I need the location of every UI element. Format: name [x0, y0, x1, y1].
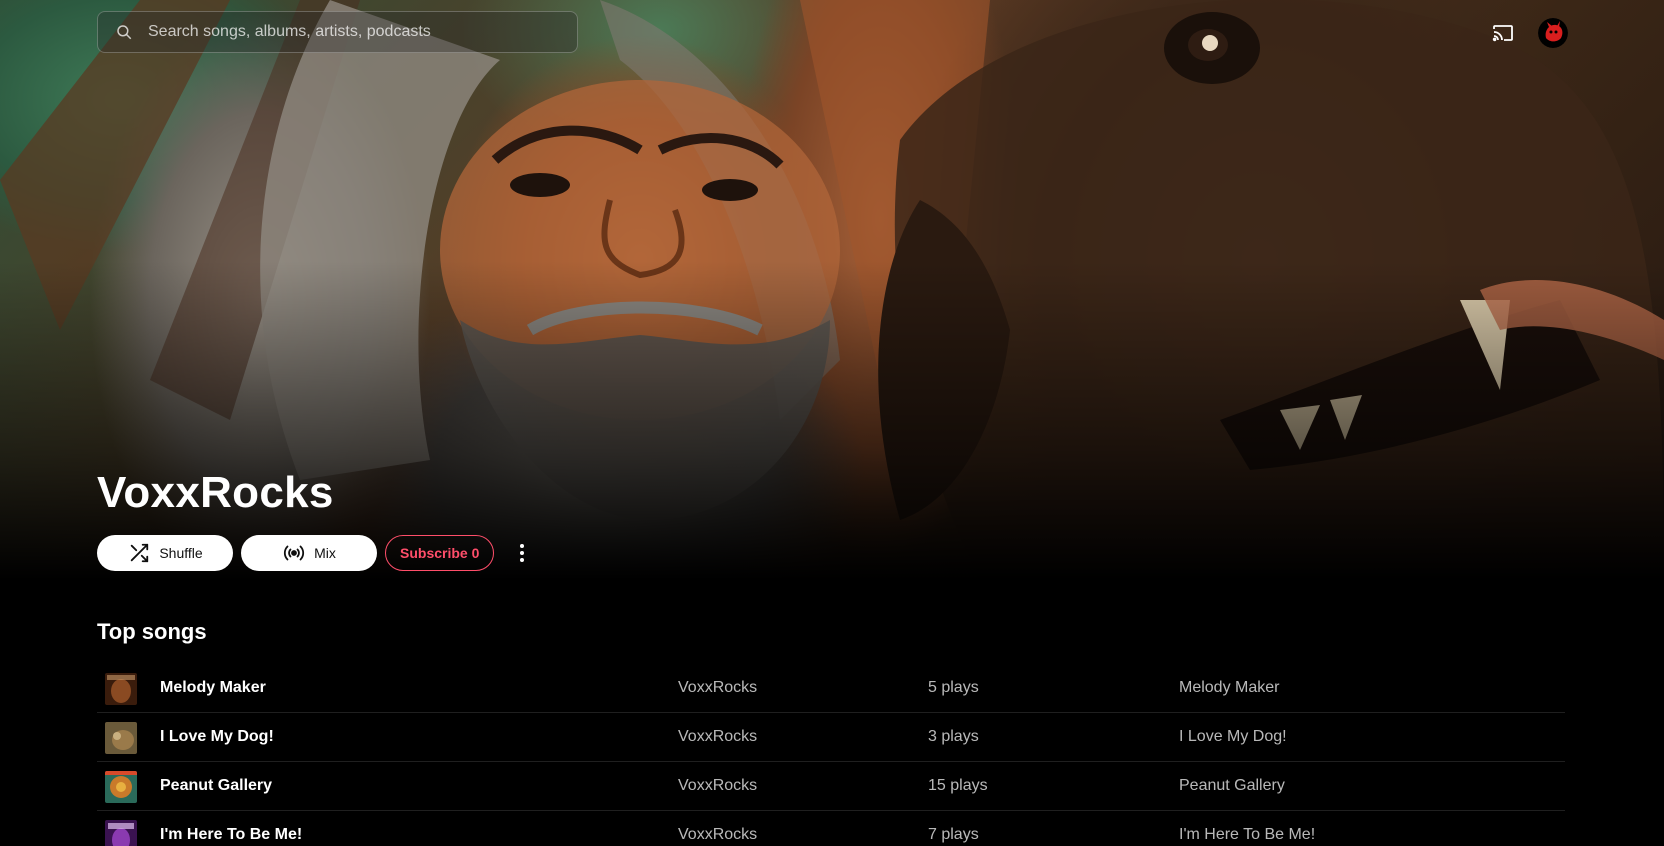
- song-artist[interactable]: VoxxRocks: [678, 679, 757, 697]
- song-row[interactable]: I Love My Dog! VoxxRocks 3 plays I Love …: [97, 713, 1565, 762]
- top-songs-list: Melody Maker VoxxRocks 5 plays Melody Ma…: [97, 664, 1565, 846]
- song-thumbnail[interactable]: [105, 771, 137, 803]
- song-thumbnail[interactable]: [105, 820, 137, 846]
- cast-icon: [1492, 25, 1513, 42]
- song-artist[interactable]: VoxxRocks: [678, 826, 757, 844]
- song-title[interactable]: I Love My Dog!: [160, 728, 274, 746]
- artist-name: VoxxRocks: [97, 468, 334, 517]
- song-title[interactable]: I'm Here To Be Me!: [160, 826, 302, 844]
- subscribe-button[interactable]: Subscribe 0: [385, 535, 495, 571]
- song-row[interactable]: Peanut Gallery VoxxRocks 15 plays Peanut…: [97, 762, 1565, 811]
- cast-button[interactable]: [1490, 20, 1516, 46]
- top-songs-heading: Top songs: [97, 619, 207, 644]
- mix-label: Mix: [314, 545, 336, 561]
- song-plays: 3 plays: [928, 728, 979, 745]
- shuffle-icon: [127, 541, 151, 565]
- song-row[interactable]: Melody Maker VoxxRocks 5 plays Melody Ma…: [97, 664, 1565, 713]
- song-plays: 15 plays: [928, 777, 988, 794]
- song-thumbnail[interactable]: [105, 673, 137, 705]
- song-artist[interactable]: VoxxRocks: [678, 777, 757, 795]
- song-title[interactable]: Melody Maker: [160, 679, 266, 697]
- shuffle-label: Shuffle: [159, 545, 203, 561]
- more-options-button[interactable]: [510, 535, 534, 571]
- song-plays: 7 plays: [928, 826, 979, 843]
- search-icon: [114, 22, 134, 42]
- song-album[interactable]: Melody Maker: [1179, 679, 1279, 697]
- song-album[interactable]: Peanut Gallery: [1179, 777, 1285, 795]
- song-album[interactable]: I'm Here To Be Me!: [1179, 826, 1315, 844]
- subscribe-label: Subscribe 0: [400, 545, 480, 561]
- song-row[interactable]: I'm Here To Be Me! VoxxRocks 7 plays I'm…: [97, 811, 1565, 846]
- artist-actions: Shuffle Mix Subscribe 0: [97, 535, 534, 571]
- search-input[interactable]: [148, 23, 577, 41]
- shuffle-button[interactable]: Shuffle: [97, 535, 233, 571]
- mix-button[interactable]: Mix: [241, 535, 377, 571]
- account-avatar-button[interactable]: [1538, 18, 1568, 48]
- song-album[interactable]: I Love My Dog!: [1179, 728, 1287, 746]
- radio-mix-icon: [282, 541, 306, 565]
- search-bar[interactable]: [97, 11, 578, 53]
- song-artist[interactable]: VoxxRocks: [678, 728, 757, 746]
- song-thumbnail[interactable]: [105, 722, 137, 754]
- avatar-icon: [1538, 18, 1568, 48]
- song-plays: 5 plays: [928, 679, 979, 696]
- more-vert-icon: [520, 544, 525, 562]
- song-title[interactable]: Peanut Gallery: [160, 777, 272, 795]
